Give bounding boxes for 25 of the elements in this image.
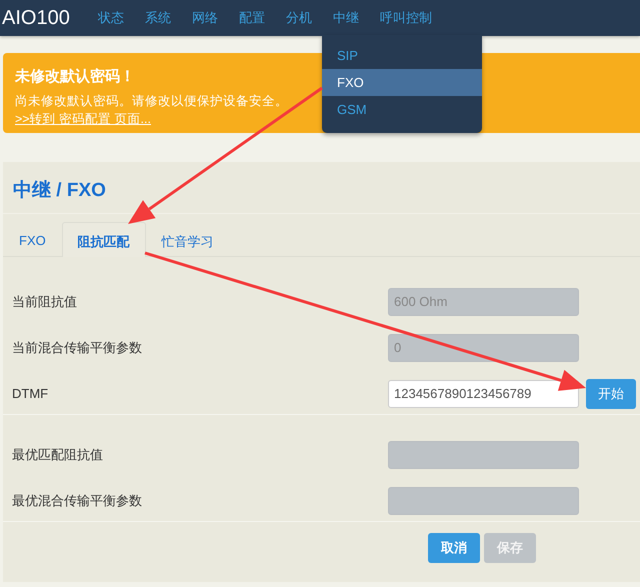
tab[interactable]: FXO [3,222,62,256]
field-label: 最优匹配阻抗值 [12,446,104,464]
page-title: 中继 / FXO [12,179,107,203]
menu-item[interactable]: FXO [322,69,482,96]
nav-link[interactable]: 呼叫控制 [380,9,432,27]
nav-link[interactable]: 配置 [238,9,265,27]
menu-item[interactable]: SIP [322,42,482,69]
action-button[interactable]: 取消 [428,533,480,563]
field-label: 最优混合传输平衡参数 [12,492,143,510]
alert-message: 尚未修改默认密码。请修改以便保护设备安全。 [15,93,288,110]
tab[interactable]: 阻抗匹配 [62,222,146,257]
nav-link[interactable]: 状态 [98,9,124,27]
brand-logo[interactable]: AIO100 [0,6,98,30]
nav-link[interactable]: 中继 [332,9,359,27]
field-label: 当前混合传输平衡参数 [12,338,143,356]
field-label: 当前阻抗值 [12,292,78,310]
nav-link[interactable]: 系统 [144,9,171,27]
input-field[interactable]: 1234567890123456789 [388,380,579,408]
tab[interactable]: 忙音学习 [146,222,230,256]
menu-item[interactable]: GSM [322,96,482,123]
nav-link[interactable]: 分机 [286,9,312,27]
field-label: DTMF [12,386,50,401]
alert-title: 未修改默认密码！ [15,67,135,86]
nav-link[interactable]: 网络 [192,9,218,27]
start-button[interactable]: 开始 [586,378,636,408]
